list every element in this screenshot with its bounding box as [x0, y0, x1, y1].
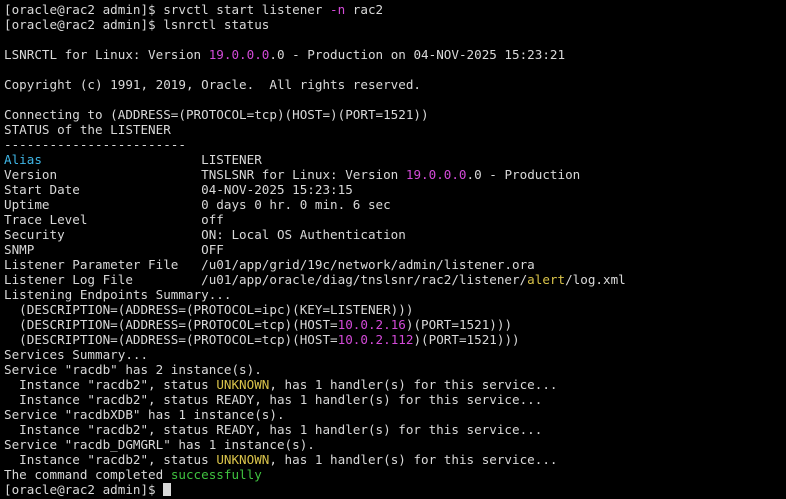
terminal-line: Trace Level off [4, 212, 786, 227]
highlighted-text: successfully [170, 467, 262, 482]
highlighted-text: UNKNOWN [216, 452, 270, 467]
terminal-line: Alias LISTENER [4, 152, 786, 167]
output-text: (DESCRIPTION=(ADDRESS=(PROTOCOL=tcp)(HOS… [4, 332, 338, 347]
output-text: Security ON: Local OS Authentication [4, 227, 406, 242]
output-text: LSNRCTL for Linux: Version [4, 47, 209, 62]
output-text: ------------------------ [4, 137, 186, 152]
output-text: Version TNSLSNR for Linux: Version [4, 167, 406, 182]
terminal-line: Uptime 0 days 0 hr. 0 min. 6 sec [4, 197, 786, 212]
output-text: , has 1 handler(s) for this service... [269, 452, 558, 467]
output-text: Instance "racdb2", status READY, has 1 h… [4, 422, 543, 437]
highlighted-text: Alias [4, 152, 42, 167]
text-cursor [163, 483, 172, 496]
output-text: Service "racdbXDB" has 1 instance(s). [4, 407, 285, 422]
output-text: Connecting to (ADDRESS=(PROTOCOL=tcp)(HO… [4, 107, 429, 122]
output-text: LISTENER [41, 152, 262, 167]
highlighted-text: 10.0.2.16 [337, 317, 406, 332]
highlighted-text: UNKNOWN [216, 377, 270, 392]
terminal-line: Service "racdb_DGMGRL" has 1 instance(s)… [4, 437, 786, 452]
terminal-line: Version TNSLSNR for Linux: Version 19.0.… [4, 167, 786, 182]
output-text: Listener Log File /u01/app/oracle/diag/t… [4, 272, 528, 287]
prompt-line[interactable]: [oracle@rac2 admin]$ [4, 482, 786, 497]
terminal-line: The command completed successfully [4, 467, 786, 482]
output-text: Service "racdb" has 2 instance(s). [4, 362, 262, 377]
terminal-line: Copyright (c) 1991, 2019, Oracle. All ri… [4, 77, 786, 92]
terminal-line: Listening Endpoints Summary... [4, 287, 786, 302]
highlighted-text: alert [527, 272, 566, 287]
highlighted-text: 10.0.2.112 [337, 332, 414, 347]
terminal-line: Start Date 04-NOV-2025 15:23:15 [4, 182, 786, 197]
output-text: /log.xml [565, 272, 626, 287]
highlighted-text: -n [330, 2, 346, 17]
output-text: .0 - Production on 04-NOV-2025 15:23:21 [269, 47, 566, 62]
output-text: The command completed [4, 467, 171, 482]
output-text: Start Date 04-NOV-2025 15:23:15 [4, 182, 353, 197]
terminal-line: [oracle@rac2 admin]$ srvctl start listen… [4, 2, 786, 17]
output-text: [oracle@rac2 admin]$ lsnrctl status [4, 17, 270, 32]
output-text: , has 1 handler(s) for this service... [269, 377, 558, 392]
terminal-line: Security ON: Local OS Authentication [4, 227, 786, 242]
terminal-line: Connecting to (ADDRESS=(PROTOCOL=tcp)(HO… [4, 107, 786, 122]
terminal-line: ------------------------ [4, 137, 786, 152]
output-text: [oracle@rac2 admin]$ srvctl start listen… [4, 2, 331, 17]
output-text: Instance "racdb2", status [4, 377, 217, 392]
shell-prompt: [oracle@rac2 admin]$ [4, 482, 164, 497]
terminal-line: (DESCRIPTION=(ADDRESS=(PROTOCOL=tcp)(HOS… [4, 332, 786, 347]
terminal-line: LSNRCTL for Linux: Version 19.0.0.0.0 - … [4, 47, 786, 62]
output-text: Service "racdb_DGMGRL" has 1 instance(s)… [4, 437, 315, 452]
terminal-line: Services Summary... [4, 347, 786, 362]
terminal-line: STATUS of the LISTENER [4, 122, 786, 137]
terminal-output: [oracle@rac2 admin]$ srvctl start listen… [4, 2, 786, 482]
highlighted-text: 19.0.0.0 [405, 167, 467, 182]
terminal-window[interactable]: [oracle@rac2 admin]$ srvctl start listen… [0, 0, 786, 499]
output-text: Trace Level off [4, 212, 224, 227]
output-text: Listener Parameter File /u01/app/grid/19… [4, 257, 535, 272]
terminal-line: Listener Parameter File /u01/app/grid/19… [4, 257, 786, 272]
output-text: Instance "racdb2", status [4, 452, 217, 467]
terminal-line: Instance "racdb2", status UNKNOWN, has 1… [4, 452, 786, 467]
output-text: (DESCRIPTION=(ADDRESS=(PROTOCOL=ipc)(KEY… [4, 302, 414, 317]
output-text: Uptime 0 days 0 hr. 0 min. 6 sec [4, 197, 391, 212]
output-text: rac2 [345, 2, 384, 17]
terminal-line: Service "racdbXDB" has 1 instance(s). [4, 407, 786, 422]
terminal-line: Instance "racdb2", status READY, has 1 h… [4, 392, 786, 407]
terminal-line: [oracle@rac2 admin]$ lsnrctl status [4, 17, 786, 32]
output-text: Copyright (c) 1991, 2019, Oracle. All ri… [4, 77, 422, 92]
terminal-line: Listener Log File /u01/app/oracle/diag/t… [4, 272, 786, 287]
terminal-line: SNMP OFF [4, 242, 786, 257]
terminal-line: Service "racdb" has 2 instance(s). [4, 362, 786, 377]
output-text: )(PORT=1521))) [405, 317, 513, 332]
output-text: )(PORT=1521))) [413, 332, 520, 347]
terminal-line: (DESCRIPTION=(ADDRESS=(PROTOCOL=ipc)(KEY… [4, 302, 786, 317]
output-text: SNMP OFF [4, 242, 224, 257]
terminal-line: Instance "racdb2", status READY, has 1 h… [4, 422, 786, 437]
highlighted-text: 19.0.0.0 [208, 47, 270, 62]
output-text: Instance "racdb2", status READY, has 1 h… [4, 392, 543, 407]
output-text: .0 - Production [466, 167, 581, 182]
output-text: Listening Endpoints Summary... [4, 287, 232, 302]
terminal-line: Instance "racdb2", status UNKNOWN, has 1… [4, 377, 786, 392]
output-text: STATUS of the LISTENER [4, 122, 171, 137]
output-text: Services Summary... [4, 347, 149, 362]
terminal-line: (DESCRIPTION=(ADDRESS=(PROTOCOL=tcp)(HOS… [4, 317, 786, 332]
output-text: (DESCRIPTION=(ADDRESS=(PROTOCOL=tcp)(HOS… [4, 317, 338, 332]
